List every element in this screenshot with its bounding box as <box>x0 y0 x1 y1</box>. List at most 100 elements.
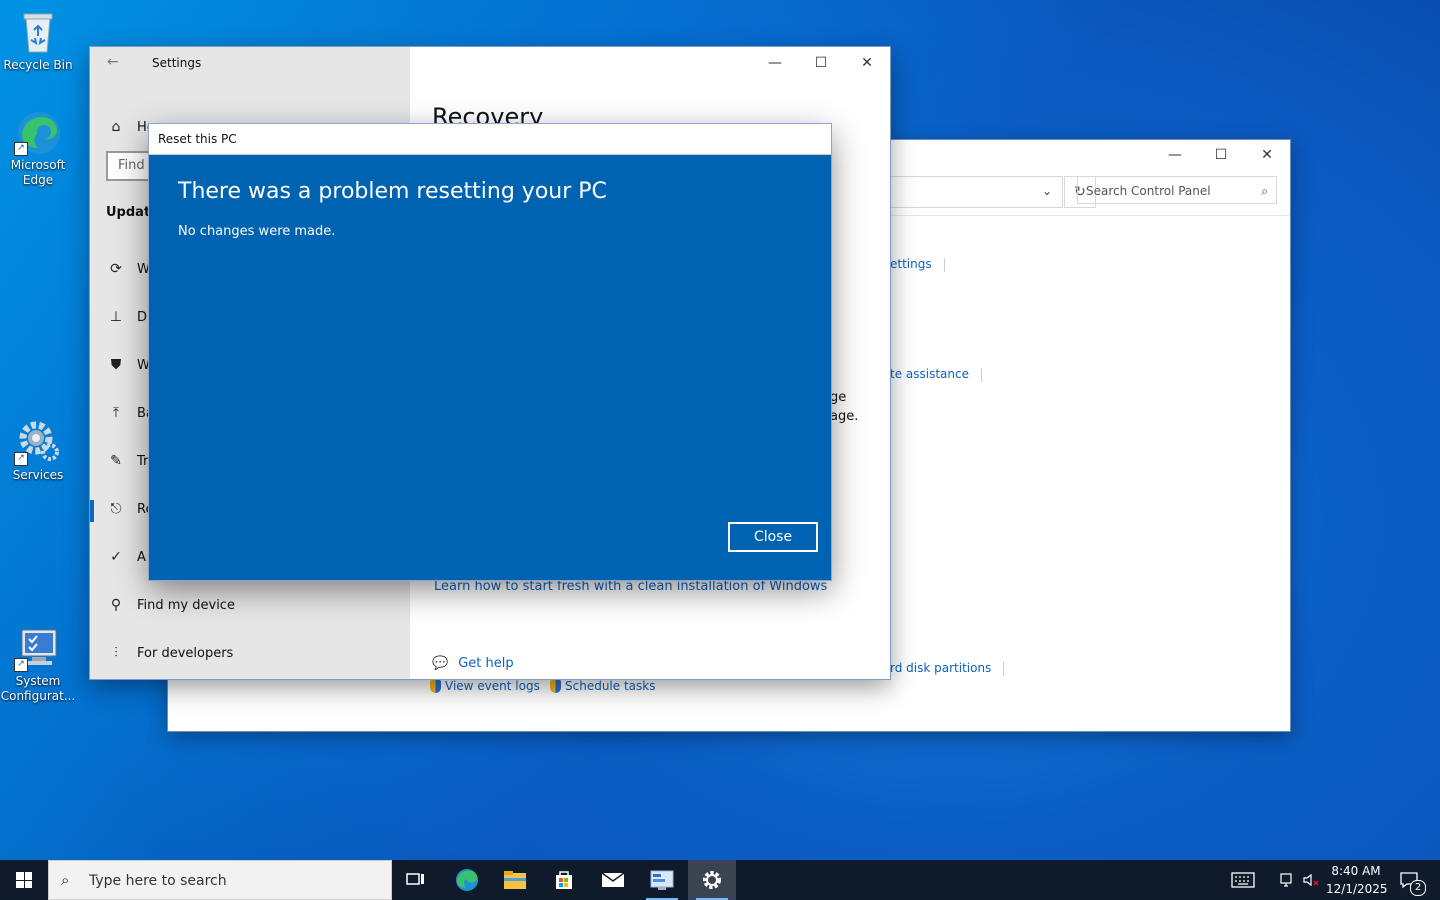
desktop-icon-edge[interactable]: ↗ Microsoft Edge <box>0 108 76 188</box>
link-text: View event logs <box>445 679 540 693</box>
close-button[interactable]: Close <box>728 522 818 552</box>
disk-partitions-link[interactable]: rd disk partitions <box>890 661 1005 676</box>
start-button[interactable] <box>0 860 48 900</box>
get-help-link[interactable]: 💬 Get help <box>432 656 514 671</box>
clock-date: 12/1/2025 <box>1326 882 1388 896</box>
mail-icon <box>601 872 625 887</box>
reset-pc-dialog[interactable]: Reset this PC There was a problem resett… <box>149 124 831 580</box>
developer-icon: ⫶ <box>114 645 118 661</box>
system-configuration-icon: ↗ <box>14 624 62 672</box>
chevron-down-icon[interactable]: ⌄ <box>1042 184 1052 198</box>
shortcut-arrow-icon: ↗ <box>14 452 28 466</box>
desktop-icon-services[interactable]: ↗ Services <box>0 418 76 483</box>
partial-text: age. <box>830 409 859 424</box>
home-icon: ⌂ <box>111 119 121 135</box>
sidebar-item-label: For developers <box>137 646 234 661</box>
check-circle-icon: ✓ <box>110 549 122 565</box>
clean-install-link[interactable]: Learn how to start fresh with a clean in… <box>434 579 827 594</box>
search-placeholder: Type here to search <box>89 873 227 889</box>
edge-icon: ↗ <box>14 108 62 156</box>
desktop-icon-system-configuration[interactable]: ↗ System Configurat... <box>0 624 76 704</box>
taskbar: ⌕ Type here to search 8:40 AM 12/1/2025 … <box>0 860 1440 900</box>
desktop-icon-label: Recycle Bin <box>3 58 73 72</box>
link-text: te assistance <box>890 367 969 381</box>
uac-shield-icon <box>430 680 441 693</box>
shortcut-arrow-icon: ↗ <box>14 142 28 156</box>
recycle-bin-icon <box>14 8 62 56</box>
notification-count-badge: 2 <box>1410 880 1426 896</box>
wrench-icon: ✎ <box>110 453 122 469</box>
taskbar-store[interactable] <box>540 860 588 900</box>
maximize-button[interactable]: ☐ <box>1198 140 1244 170</box>
link-text: Schedule tasks <box>565 679 656 693</box>
taskbar-search-box[interactable]: ⌕ Type here to search <box>48 860 392 900</box>
folder-icon <box>504 871 526 889</box>
dialog-titlebar: Reset this PC <box>149 124 831 155</box>
minimize-button[interactable]: — <box>1152 140 1198 170</box>
desktop-icon-recycle-bin[interactable]: Recycle Bin <box>0 8 76 73</box>
sidebar-item-for-developers[interactable]: ⫶ For developers <box>90 635 410 675</box>
sidebar-item-label: D <box>137 310 148 325</box>
taskbar-file-explorer[interactable] <box>491 860 539 900</box>
dialog-message: No changes were made. <box>178 224 336 239</box>
task-view-icon <box>406 873 424 885</box>
divider <box>981 367 982 382</box>
desktop-icon-label: System Configurat... <box>0 674 76 703</box>
sidebar-item-label: Find my device <box>137 598 235 613</box>
action-center-button[interactable]: 2 <box>1390 860 1428 900</box>
link-text: rd disk partitions <box>890 661 992 675</box>
sidebar-item-label: A <box>137 550 146 565</box>
services-gear-icon: ↗ <box>14 418 62 466</box>
divider <box>888 215 1290 216</box>
window-title: Settings <box>152 56 202 70</box>
schedule-tasks-link[interactable]: Schedule tasks <box>550 679 655 693</box>
sidebar-item-label: W <box>137 262 150 277</box>
gear-icon <box>703 871 721 889</box>
taskbar-edge[interactable] <box>443 860 491 900</box>
remote-assistance-link[interactable]: te assistance <box>890 367 982 382</box>
clock-time: 8:40 AM <box>1331 864 1381 878</box>
taskbar-control-panel[interactable] <box>638 860 686 900</box>
partial-text: ge <box>830 390 847 405</box>
windows-logo-icon <box>16 872 32 888</box>
divider <box>1003 661 1005 676</box>
taskbar-settings[interactable] <box>688 860 736 900</box>
maximize-button[interactable]: ☐ <box>798 47 844 79</box>
desktop-icon-label: Microsoft Edge <box>10 158 66 187</box>
search-icon: ⌕ <box>1261 184 1268 198</box>
find-placeholder: Find <box>118 158 145 173</box>
dialog-title: Reset this PC <box>158 132 237 146</box>
network-icon <box>1280 873 1292 887</box>
tray-touch-keyboard[interactable] <box>1226 860 1260 900</box>
address-bar[interactable]: ⌄ <box>888 176 1063 208</box>
taskbar-clock[interactable]: 8:40 AM 12/1/2025 <box>1326 860 1388 900</box>
window-caption-buttons: — ☐ ✕ <box>1152 140 1290 170</box>
desktop-icon-label: Services <box>12 468 64 482</box>
view-event-logs-link[interactable]: View event logs <box>430 679 540 693</box>
tray-network[interactable] <box>1276 860 1298 900</box>
close-window-button[interactable]: ✕ <box>1244 140 1290 170</box>
volume-muted-icon <box>1303 873 1319 887</box>
control-panel-icon <box>650 870 674 890</box>
sidebar-item-label: Tr <box>137 454 149 469</box>
delivery-icon: ⊥ <box>109 309 123 325</box>
close-window-button[interactable]: ✕ <box>844 47 890 79</box>
back-arrow-icon[interactable]: ← <box>107 54 119 70</box>
dialog-heading: There was a problem resetting your PC <box>178 179 607 204</box>
sidebar-item-find-my-device[interactable]: ⚲ Find my device <box>90 587 410 627</box>
window-caption-buttons: — ☐ ✕ <box>752 47 890 79</box>
link-text: Get help <box>458 656 514 671</box>
task-view-button[interactable] <box>392 860 440 900</box>
control-panel-search-input[interactable]: Search Control Panel ⌕ <box>1077 176 1277 204</box>
uac-shield-icon <box>550 680 561 693</box>
link-text: ettings <box>890 257 932 271</box>
settings-link[interactable]: ettings <box>890 257 945 272</box>
shield-icon: ⛊ <box>110 357 122 373</box>
divider <box>943 257 945 272</box>
recovery-icon: ⎋ <box>110 501 122 517</box>
keyboard-icon <box>1231 872 1255 888</box>
help-chat-icon: 💬 <box>432 656 449 671</box>
taskbar-mail[interactable] <box>589 860 637 900</box>
minimize-button[interactable]: — <box>752 47 798 79</box>
tray-volume[interactable] <box>1300 860 1322 900</box>
